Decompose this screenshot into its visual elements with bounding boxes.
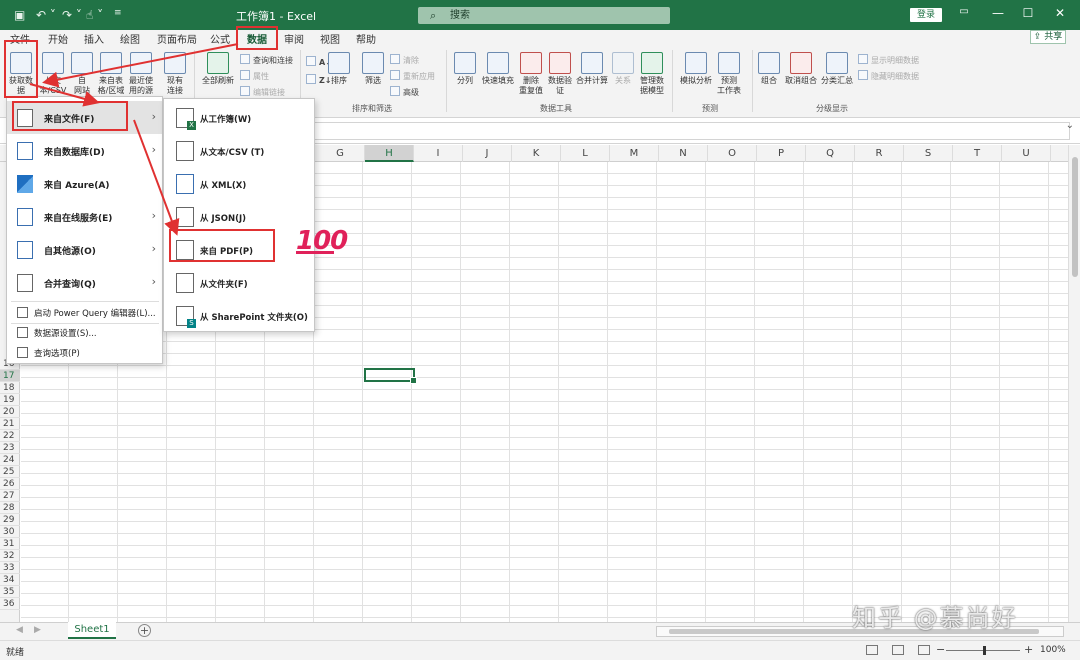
zoom-in-icon[interactable]: +	[1024, 643, 1033, 656]
page-break-view-icon[interactable]	[918, 645, 930, 655]
zoom-slider[interactable]	[946, 646, 1020, 655]
status-ready: 就绪	[6, 648, 25, 658]
watermark: 知乎 @慕尚好	[852, 604, 1018, 632]
add-sheet-icon[interactable]: +	[138, 624, 151, 637]
normal-view-icon[interactable]	[866, 645, 878, 655]
zoom-slider-thumb[interactable]	[983, 646, 986, 655]
scroll-left-icon[interactable]: ◀	[16, 625, 23, 635]
status-bar: 就绪 − + 100%	[0, 640, 1080, 660]
arrow-to-from-pdf	[133, 119, 180, 236]
arrow-to-get-data	[42, 43, 239, 88]
scroll-right-icon[interactable]: ▶	[34, 625, 41, 635]
annotation-arrows	[29, 43, 239, 236]
excel-window: ▣ ↶ ˅ ↷ ˅ ☝ ˅ ≡ 工作簿1 - Excel ⌕ 搜索 登录 ▭ —…	[0, 0, 1080, 660]
zoom-level[interactable]: 100%	[1040, 645, 1066, 655]
zoom-out-icon[interactable]: −	[936, 643, 945, 656]
hundred-points-emoji: 100	[296, 226, 348, 256]
page-layout-view-icon[interactable]	[892, 645, 904, 655]
sheet-tab[interactable]: Sheet1	[68, 622, 116, 639]
arrow-to-from-file	[29, 83, 100, 107]
